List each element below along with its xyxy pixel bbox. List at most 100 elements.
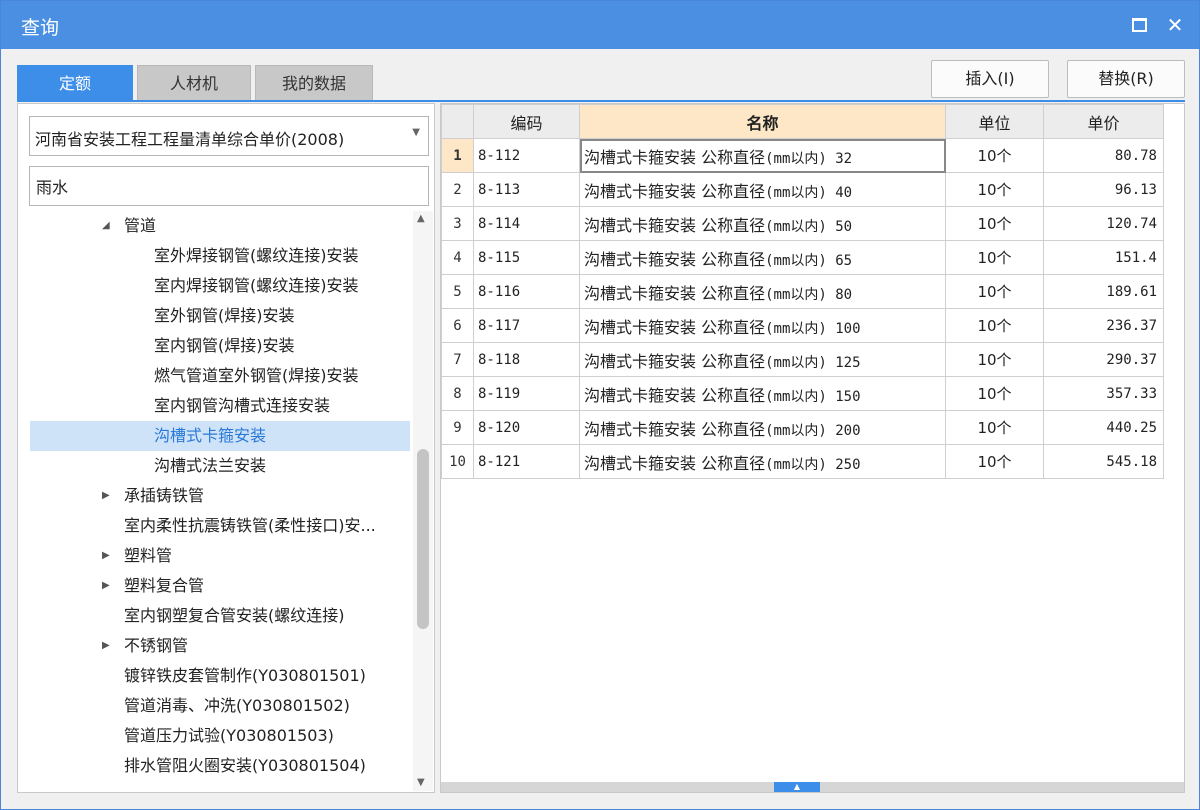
tree-item[interactable]: 室外焊接钢管(螺纹连接)安装 [30,241,410,271]
table-row[interactable]: 3 8-114 沟槽式卡箍安装 公称直径(mm以内) 50 10个 120.74 [441,206,1164,241]
name-cell[interactable]: 沟槽式卡箍安装 公称直径(mm以内) 100 [579,308,946,343]
code-cell[interactable]: 8-120 [473,410,580,445]
row-number[interactable]: 9 [441,410,474,445]
tree-item[interactable]: 管道消毒、冲洗(Y030801502) [30,691,410,721]
table-row[interactable]: 4 8-115 沟槽式卡箍安装 公称直径(mm以内) 65 10个 151.4 [441,240,1164,275]
code-cell[interactable]: 8-118 [473,342,580,377]
price-cell[interactable]: 545.18 [1043,444,1164,479]
table-row[interactable]: 6 8-117 沟槽式卡箍安装 公称直径(mm以内) 100 10个 236.37 [441,308,1164,343]
maximize-button[interactable] [1125,11,1153,39]
unit-cell[interactable]: 10个 [945,444,1044,479]
name-cell[interactable]: 沟槽式卡箍安装 公称直径(mm以内) 200 [579,410,946,445]
code-cell[interactable]: 8-115 [473,240,580,275]
unit-cell[interactable]: 10个 [945,206,1044,241]
row-number[interactable]: 1 [441,138,474,173]
unit-cell[interactable]: 10个 [945,138,1044,173]
tree-item[interactable]: 排水管阻火圈安装(Y030801504) [30,751,410,781]
search-input[interactable] [29,166,429,206]
name-cell[interactable]: 沟槽式卡箍安装 公称直径(mm以内) 40 [579,172,946,207]
collapse-arrow-icon[interactable]: ▶ [102,481,110,511]
unit-cell[interactable]: 10个 [945,376,1044,411]
tree-vertical-scrollbar[interactable]: ▲ ▼ [413,211,433,791]
tree-item[interactable]: 沟槽式法兰安装 [30,451,410,481]
unit-cell[interactable]: 10个 [945,342,1044,377]
code-cell[interactable]: 8-112 [473,138,580,173]
tree-item[interactable]: ▶ 塑料管 [30,541,410,571]
tree-item[interactable]: 燃气管道室外钢管(焊接)安装 [30,361,410,391]
price-cell[interactable]: 96.13 [1043,172,1164,207]
name-column-header[interactable]: 名称 [579,104,946,139]
price-cell[interactable]: 151.4 [1043,240,1164,275]
tree-item[interactable]: 室内柔性抗震铸铁管(柔性接口)安... [30,511,410,541]
name-cell[interactable]: 沟槽式卡箍安装 公称直径(mm以内) 50 [579,206,946,241]
tree-item[interactable]: 室外钢管(焊接)安装 [30,301,410,331]
tree-item[interactable]: 室内钢管(焊接)安装 [30,331,410,361]
name-cell[interactable]: 沟槽式卡箍安装 公称直径(mm以内) 80 [579,274,946,309]
row-number[interactable]: 3 [441,206,474,241]
price-cell[interactable]: 290.37 [1043,342,1164,377]
code-cell[interactable]: 8-119 [473,376,580,411]
row-number[interactable]: 8 [441,376,474,411]
scroll-grip-icon[interactable]: ▲ [774,782,820,792]
name-cell[interactable]: 沟槽式卡箍安装 公称直径(mm以内) 150 [579,376,946,411]
tree-item[interactable]: 室内钢管沟槽式连接安装 [30,391,410,421]
unit-cell[interactable]: 10个 [945,240,1044,275]
tree-item[interactable]: ▶ 塑料复合管 [30,571,410,601]
tree-item[interactable]: 管道压力试验(Y030801503) [30,721,410,751]
row-number[interactable]: 4 [441,240,474,275]
scroll-up-icon[interactable]: ▲ [417,213,425,224]
price-cell[interactable]: 189.61 [1043,274,1164,309]
row-number[interactable]: 5 [441,274,474,309]
row-number[interactable]: 10 [441,444,474,479]
close-button[interactable]: ✕ [1161,11,1189,39]
code-cell[interactable]: 8-114 [473,206,580,241]
table-row[interactable]: 2 8-113 沟槽式卡箍安装 公称直径(mm以内) 40 10个 96.13 [441,172,1164,207]
name-cell[interactable]: 沟槽式卡箍安装 公称直径(mm以内) 32 [579,138,946,173]
tab-labor-material-machine[interactable]: 人材机 [137,65,251,101]
code-cell[interactable]: 8-117 [473,308,580,343]
tree-item[interactable]: 室内焊接钢管(螺纹连接)安装 [30,271,410,301]
unit-cell[interactable]: 10个 [945,308,1044,343]
unit-cell[interactable]: 10个 [945,274,1044,309]
collapse-arrow-icon[interactable]: ▶ [102,571,110,601]
table-row[interactable]: 5 8-116 沟槽式卡箍安装 公称直径(mm以内) 80 10个 189.61 [441,274,1164,309]
code-cell[interactable]: 8-121 [473,444,580,479]
collapse-arrow-icon[interactable]: ▶ [102,631,110,661]
tree-item[interactable]: ▶ 不锈钢管 [30,631,410,661]
tree-item[interactable]: ◢ 管道 [30,211,410,241]
name-cell[interactable]: 沟槽式卡箍安装 公称直径(mm以内) 250 [579,444,946,479]
table-row[interactable]: 1 8-112 沟槽式卡箍安装 公称直径(mm以内) 32 10个 80.78 [441,138,1164,173]
scroll-down-icon[interactable]: ▼ [417,777,425,788]
tab-my-data[interactable]: 我的数据 [255,65,373,101]
price-cell[interactable]: 440.25 [1043,410,1164,445]
code-cell[interactable]: 8-113 [473,172,580,207]
tab-quota[interactable]: 定额 [17,65,133,101]
table-row[interactable]: 7 8-118 沟槽式卡箍安装 公称直径(mm以内) 125 10个 290.37 [441,342,1164,377]
price-cell[interactable]: 236.37 [1043,308,1164,343]
unit-cell[interactable]: 10个 [945,410,1044,445]
collapse-arrow-icon[interactable]: ▶ [102,541,110,571]
price-cell[interactable]: 120.74 [1043,206,1164,241]
insert-button[interactable]: 插入(I) [931,60,1049,98]
scroll-thumb[interactable] [417,449,429,629]
tree-item[interactable]: ▶ 承插铸铁管 [30,481,410,511]
name-cell[interactable]: 沟槽式卡箍安装 公称直径(mm以内) 65 [579,240,946,275]
library-select[interactable]: 河南省安装工程工程量清单综合单价(2008) ▼ [29,116,429,156]
row-number[interactable]: 2 [441,172,474,207]
code-cell[interactable]: 8-116 [473,274,580,309]
table-row[interactable]: 10 8-121 沟槽式卡箍安装 公称直径(mm以内) 250 10个 545.18 [441,444,1164,479]
tree-item[interactable]: 镀锌铁皮套管制作(Y030801501) [30,661,410,691]
unit-cell[interactable]: 10个 [945,172,1044,207]
code-column-header[interactable]: 编码 [473,104,580,139]
tree-item[interactable]: 沟槽式卡箍安装 [30,421,410,451]
row-number[interactable]: 6 [441,308,474,343]
replace-button[interactable]: 替换(R) [1067,60,1185,98]
price-cell[interactable]: 357.33 [1043,376,1164,411]
price-cell[interactable]: 80.78 [1043,138,1164,173]
table-row[interactable]: 9 8-120 沟槽式卡箍安装 公称直径(mm以内) 200 10个 440.25 [441,410,1164,445]
unit-column-header[interactable]: 单位 [945,104,1044,139]
row-number[interactable]: 7 [441,342,474,377]
tree-item[interactable]: 室内钢塑复合管安装(螺纹连接) [30,601,410,631]
table-row[interactable]: 8 8-119 沟槽式卡箍安装 公称直径(mm以内) 150 10个 357.33 [441,376,1164,411]
expand-arrow-icon[interactable]: ◢ [102,211,110,241]
